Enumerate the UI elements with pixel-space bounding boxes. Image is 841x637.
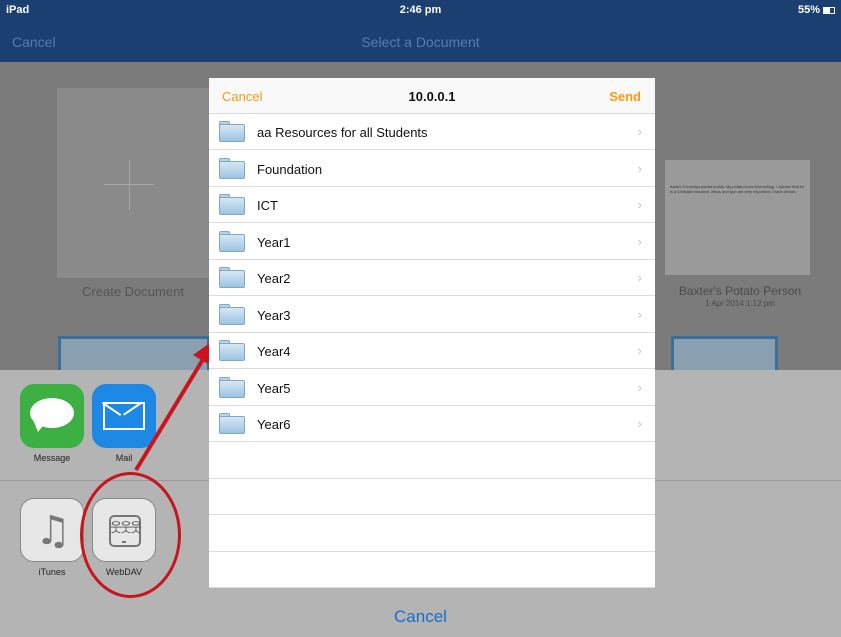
status-bar: iPad 2:46 pm 55% — [0, 0, 841, 20]
folder-name: Year5 — [257, 380, 291, 396]
chevron-right-icon: › — [637, 124, 642, 139]
potato-document-title: Baxter's Potato Person — [678, 284, 802, 298]
folder-icon — [219, 343, 245, 361]
battery-percent: 55% — [797, 4, 820, 16]
folder-icon — [219, 160, 245, 179]
share-mail-button[interactable]: Mail — [92, 384, 156, 463]
battery-icon — [823, 6, 835, 14]
share-message-button[interactable]: Message — [20, 384, 84, 463]
folder-row[interactable]: Year5 › — [209, 370, 655, 406]
empty-row — [209, 516, 655, 552]
battery-indicator: 55% — [798, 4, 835, 16]
potato-document-preview: baxter Considiya potato buddy. My potato… — [670, 184, 805, 194]
folder-icon — [219, 306, 245, 325]
chevron-right-icon: › — [637, 306, 642, 322]
folder-name: Year6 — [257, 417, 291, 432]
popup-title: 10.0.0.1 — [408, 89, 456, 104]
nav-bar: Cancel Select a Document — [0, 20, 841, 62]
share-itunes-button[interactable]: ♫ iTunes — [20, 498, 84, 577]
popup-header: Cancel 10.0.0.1 Send — [209, 78, 655, 114]
folder-row[interactable]: ICT › — [209, 187, 655, 223]
folder-name: aa Resources for all Students — [257, 125, 428, 140]
folder-name: ICT — [257, 198, 278, 213]
folder-name: Year4 — [257, 344, 291, 359]
empty-row — [209, 479, 655, 515]
folder-row[interactable]: aa Resources for all Students › — [209, 114, 655, 150]
potato-document-thumbnail[interactable] — [665, 160, 810, 275]
folder-row[interactable]: Foundation › — [209, 151, 655, 187]
folder-row[interactable]: Year4 › — [209, 333, 655, 369]
folder-row[interactable]: Year1 › — [209, 224, 655, 260]
folder-icon — [219, 124, 245, 142]
annotation-circle — [80, 472, 181, 598]
create-document-card[interactable] — [57, 88, 209, 278]
folder-icon — [219, 379, 245, 398]
folder-name: Year3 — [257, 307, 291, 323]
folder-icon — [219, 233, 245, 252]
potato-document-date: 1 Apr 2014 1:12 pm — [705, 299, 775, 308]
empty-row — [209, 443, 655, 479]
chevron-right-icon: › — [637, 343, 642, 358]
folder-name: Year2 — [257, 271, 291, 286]
folder-name: Year1 — [257, 234, 291, 250]
folder-name: Foundation — [257, 161, 323, 177]
share-itunes-label: iTunes — [38, 567, 66, 577]
popup-send-button[interactable]: Send — [609, 89, 641, 104]
webdav-browser-popup: Cancel 10.0.0.1 Send aa Resources for al… — [209, 78, 655, 588]
folder-icon — [219, 197, 245, 215]
chevron-right-icon: › — [637, 197, 642, 212]
chevron-right-icon: › — [637, 233, 642, 249]
music-note-icon: ♫ — [20, 498, 84, 562]
create-document-label: Create Document — [82, 284, 184, 299]
mail-icon — [92, 384, 156, 448]
nav-title: Select a Document — [361, 34, 480, 50]
chevron-right-icon: › — [637, 379, 642, 395]
folder-icon — [219, 270, 245, 288]
folder-row[interactable]: Year2 › — [209, 260, 655, 296]
share-message-label: Message — [33, 453, 71, 463]
chevron-right-icon: › — [637, 270, 642, 285]
folder-row[interactable]: Year6 › — [209, 406, 655, 442]
folder-row[interactable]: Year3 › — [209, 297, 655, 333]
share-mail-label: Mail — [115, 453, 133, 463]
chevron-right-icon: › — [637, 160, 642, 176]
clock: 2:46 pm — [399, 4, 442, 16]
empty-row — [209, 552, 655, 588]
share-sheet-cancel-button[interactable]: Cancel — [0, 607, 841, 627]
chevron-right-icon: › — [637, 416, 642, 431]
message-icon — [20, 384, 84, 448]
folder-icon — [219, 416, 245, 434]
